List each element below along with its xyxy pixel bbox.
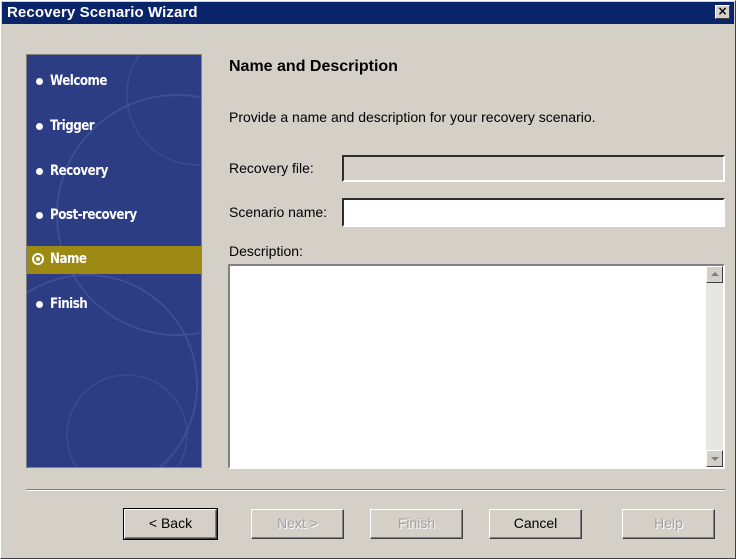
step-finish: Finish	[27, 291, 201, 319]
recovery-file-label: Recovery file:	[229, 160, 314, 176]
step-label: Post-recovery	[50, 207, 137, 223]
step-trigger: Trigger	[27, 113, 201, 141]
finish-button[interactable]: Finish	[370, 509, 463, 539]
current-step-icon	[32, 253, 44, 265]
bullet-icon	[36, 78, 43, 85]
recovery-file-field	[342, 155, 725, 182]
instructions-text: Provide a name and description for your …	[229, 109, 596, 125]
bullet-icon	[36, 123, 43, 130]
title-bar[interactable]: Recovery Scenario Wizard ×	[2, 2, 734, 24]
step-label: Welcome	[50, 73, 108, 89]
help-button[interactable]: Help	[622, 509, 715, 539]
close-icon[interactable]: ×	[715, 5, 730, 19]
scroll-up-icon[interactable]	[706, 266, 723, 283]
step-label: Trigger	[50, 118, 95, 134]
cancel-button[interactable]: Cancel	[489, 509, 582, 539]
step-label: Recovery	[50, 163, 108, 179]
step-label: Finish	[50, 296, 88, 312]
step-post-recovery: Post-recovery	[27, 202, 201, 230]
scroll-down-icon[interactable]	[706, 450, 723, 467]
back-button[interactable]: < Back	[123, 508, 218, 540]
page-title: Name and Description	[229, 58, 398, 75]
wizard-window: Recovery Scenario Wizard × Welcome Trigg…	[0, 0, 736, 559]
button-separator	[26, 489, 725, 491]
step-recovery: Recovery	[27, 158, 201, 186]
window-title: Recovery Scenario Wizard	[7, 4, 198, 21]
bullet-icon	[36, 301, 43, 308]
wizard-steps-panel: Welcome Trigger Recovery Post-recovery N…	[26, 54, 202, 468]
step-name-active: Name	[27, 246, 201, 274]
scenario-name-input[interactable]	[342, 198, 725, 227]
description-label: Description:	[229, 243, 303, 259]
description-textarea[interactable]	[228, 264, 725, 469]
bullet-icon	[36, 168, 43, 175]
step-welcome: Welcome	[27, 68, 201, 96]
scenario-name-label: Scenario name:	[229, 204, 328, 220]
next-button[interactable]: Next >	[251, 509, 344, 539]
bullet-icon	[36, 212, 43, 219]
step-label: Name	[50, 251, 87, 267]
description-scrollbar[interactable]	[706, 266, 723, 467]
